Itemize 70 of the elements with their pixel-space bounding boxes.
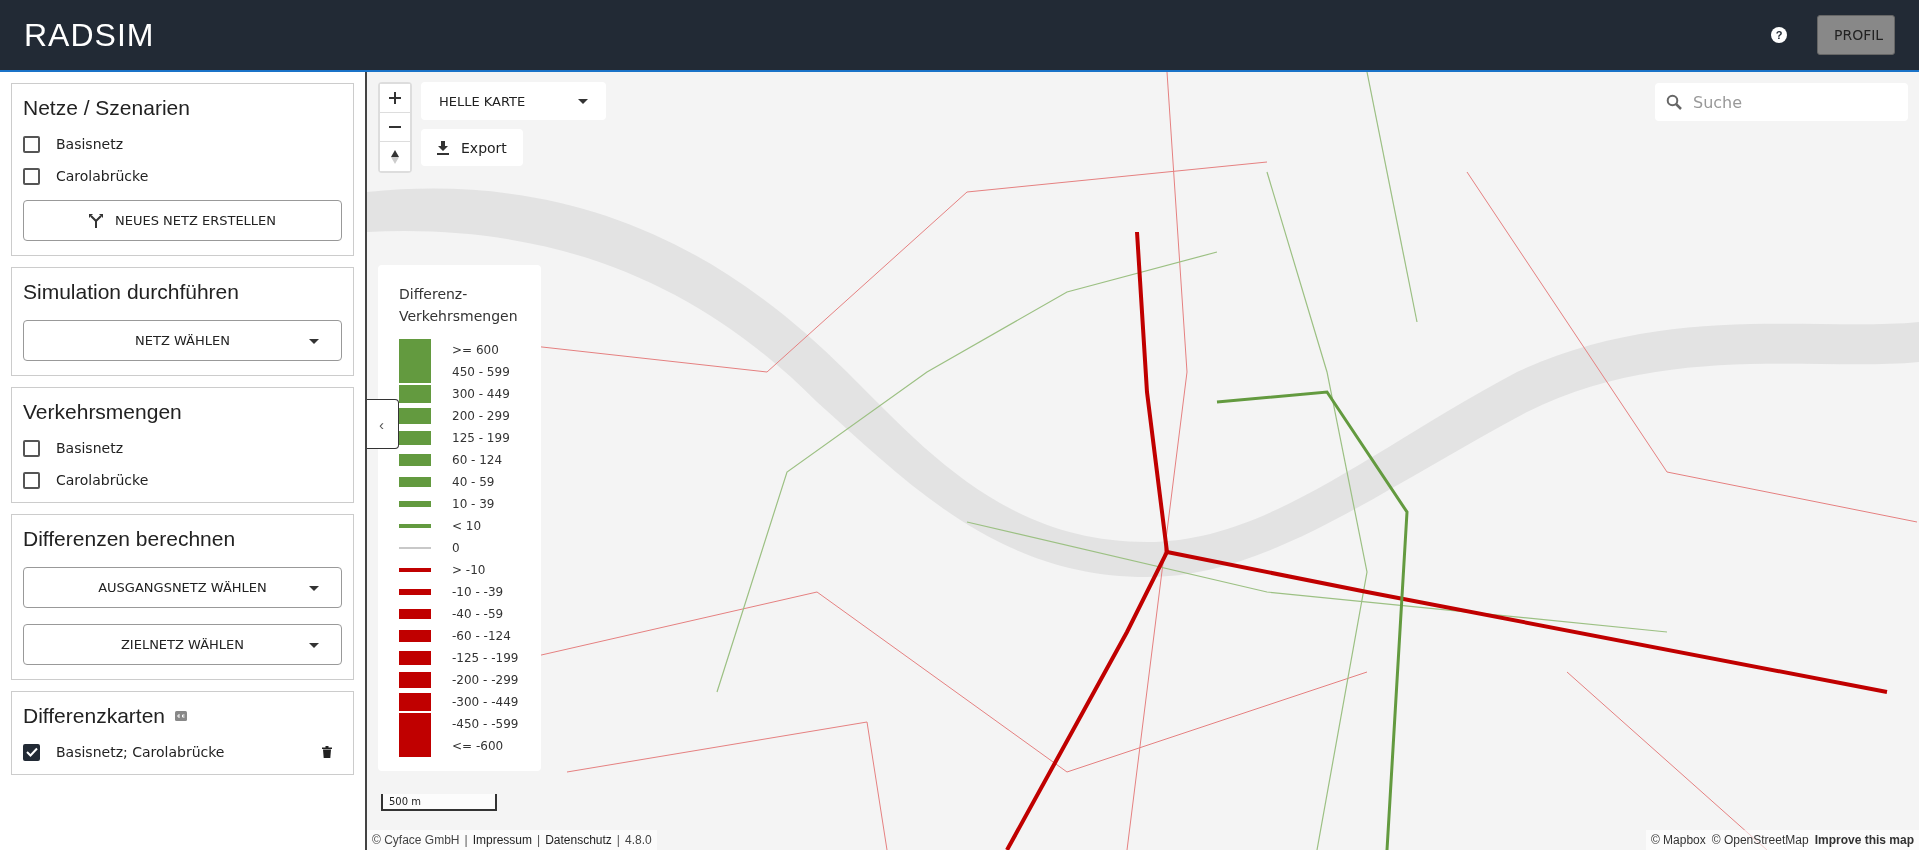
plus-icon	[389, 92, 401, 104]
compass-icon	[391, 149, 399, 164]
checkbox[interactable]	[23, 167, 40, 185]
closed-captions-icon[interactable]	[175, 711, 188, 721]
legend-label: -200 - -299	[452, 673, 519, 687]
network-select[interactable]: AUSGANGSNETZ WÄHLEN	[23, 567, 342, 608]
legend-label: 200 - 299	[452, 409, 510, 423]
caret-icon	[309, 643, 319, 648]
legend-label: 10 - 39	[452, 497, 495, 511]
app-logo: RADSIM	[24, 16, 155, 54]
caret-icon	[578, 98, 588, 104]
legend-label: -60 - -124	[452, 629, 511, 643]
panel-title: Simulation durchführen	[23, 280, 239, 304]
attribution-link[interactable]: © Mapbox	[1650, 833, 1706, 847]
footer-link[interactable]: Datenschutz	[545, 833, 612, 847]
panel-title: Differenzen berechnen	[23, 527, 236, 551]
checkbox-label: Carolabrücke	[56, 472, 149, 488]
legend-label: -125 - -199	[452, 651, 519, 665]
attribution-link[interactable]: © OpenStreetMap	[1711, 833, 1809, 847]
legend-label: -40 - -59	[452, 607, 504, 621]
collapse-sidebar-button[interactable]: ‹	[367, 399, 399, 449]
legend-label: <= -600	[452, 739, 504, 753]
separator: |	[616, 833, 620, 847]
help-button[interactable]: ?	[1771, 27, 1787, 43]
panel-title: Verkehrsmengen	[23, 400, 182, 424]
search-icon	[1666, 94, 1682, 110]
network-select[interactable]: NETZ WÄHLEN	[23, 320, 342, 361]
map-style-select[interactable]: HELLE KARTE	[421, 82, 606, 120]
footer-text: © Cyface GmbH	[372, 833, 460, 847]
checkbox-label: Basisnetz	[56, 136, 123, 152]
legend-label: -450 - -599	[452, 717, 519, 731]
profile-button[interactable]: PROFIL	[1817, 15, 1895, 55]
footer-text: 4.8.0	[624, 833, 652, 847]
legend-label: 300 - 449	[452, 387, 510, 401]
legend-label: -300 - -449	[452, 695, 519, 709]
footer-link[interactable]: Impressum	[472, 833, 532, 847]
legend-label: > -10	[452, 563, 486, 577]
new-network-button[interactable]: NEUES NETZ ERSTELLEN	[23, 200, 342, 241]
legend-label: 60 - 124	[452, 453, 503, 467]
separator: |	[464, 833, 468, 847]
legend-label: < 10	[452, 519, 482, 533]
legend-label: -10 - -39	[452, 585, 504, 599]
checkbox[interactable]	[23, 439, 40, 457]
attribution-link[interactable]: Improve this map	[1814, 833, 1914, 847]
caret-icon	[309, 339, 319, 344]
panel-title: Differenzkarten	[23, 704, 166, 728]
minus-icon	[389, 126, 401, 128]
legend-label: 450 - 599	[452, 365, 510, 379]
checkbox-label: Basisnetz	[56, 440, 123, 456]
checkbox[interactable]	[23, 135, 40, 153]
caret-icon	[309, 586, 319, 591]
checkbox-label: Carolabrücke	[56, 168, 149, 184]
export-button[interactable]: Export	[421, 129, 523, 166]
panel-title: Netze / Szenarien	[23, 96, 190, 120]
legend-label: 0	[452, 541, 460, 555]
checkbox-label: Basisnetz; Carolabrücke	[56, 744, 225, 760]
download-icon	[437, 140, 449, 155]
legend-label: 125 - 199	[452, 431, 510, 445]
fork-icon	[88, 213, 103, 228]
network-select[interactable]: ZIELNETZ WÄHLEN	[23, 624, 342, 665]
checkbox[interactable]	[23, 743, 40, 761]
zoom-in-button[interactable]	[380, 84, 410, 113]
scale-bar: 500 m	[381, 794, 497, 811]
trash-icon[interactable]	[322, 746, 332, 758]
search-field[interactable]: Suche	[1655, 83, 1908, 121]
separator: |	[537, 833, 541, 847]
checkbox[interactable]	[23, 471, 40, 489]
legend-label: 40 - 59	[452, 475, 495, 489]
legend-label: >= 600	[452, 343, 499, 357]
legend-title: Differenz-Verkehrsmengen	[399, 285, 519, 326]
